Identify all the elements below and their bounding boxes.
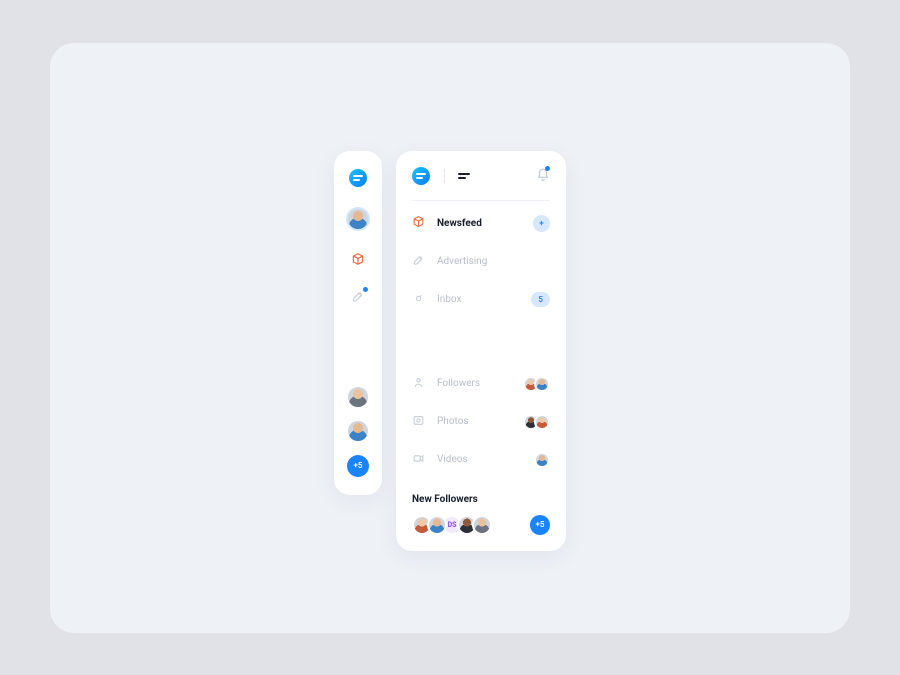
avatar[interactable]	[534, 452, 550, 468]
avatar-stack	[523, 414, 550, 430]
bell-icon[interactable]	[536, 167, 550, 186]
current-user-avatar[interactable]	[348, 209, 368, 229]
section-title-new-followers: New Followers	[412, 494, 550, 505]
divider	[444, 169, 445, 183]
avatar[interactable]	[534, 376, 550, 392]
nav-item-label: Newsfeed	[437, 218, 482, 229]
avatar-stack	[523, 376, 550, 392]
user-icon	[412, 376, 425, 392]
photo-icon	[412, 414, 425, 430]
add-badge[interactable]: +	[533, 215, 550, 232]
nav-item-advertising[interactable]: Advertising	[412, 254, 550, 270]
notification-dot-icon	[545, 166, 550, 171]
rail-more-badge[interactable]: +5	[347, 455, 369, 477]
nav-item-newsfeed[interactable]: Newsfeed +	[412, 215, 550, 232]
followers-more-badge[interactable]: +5	[530, 515, 550, 535]
nav-item-label: Advertising	[437, 256, 487, 267]
menu-icon[interactable]	[458, 173, 470, 179]
menu-card: Newsfeed + Advertising Inbox 5	[396, 151, 566, 551]
cube-icon[interactable]	[350, 251, 366, 267]
rail-avatar-1[interactable]	[348, 387, 368, 407]
video-icon	[412, 452, 425, 468]
nav-item-followers[interactable]: Followers	[412, 376, 550, 392]
notification-dot-icon	[363, 287, 368, 292]
rocket-icon[interactable]	[350, 289, 366, 305]
nav-rail: +5	[334, 151, 382, 495]
logo-icon[interactable]	[412, 167, 430, 185]
nav-item-photos[interactable]: Photos	[412, 414, 550, 430]
logo-icon[interactable]	[349, 169, 367, 187]
card-header	[412, 167, 550, 201]
avatar[interactable]	[534, 414, 550, 430]
follower-avatar[interactable]	[472, 515, 492, 535]
nav-item-label: Inbox	[437, 294, 461, 305]
nav-item-label: Followers	[437, 378, 480, 389]
new-followers-row: DS +5	[412, 515, 550, 535]
nav-item-inbox[interactable]: Inbox 5	[412, 292, 550, 308]
nav-list: Newsfeed + Advertising Inbox 5	[412, 215, 550, 468]
inbox-icon	[412, 292, 425, 308]
rail-avatar-2[interactable]	[348, 421, 368, 441]
nav-item-videos[interactable]: Videos	[412, 452, 550, 468]
follower-avatar[interactable]	[427, 515, 447, 535]
avatar-stack	[534, 452, 550, 468]
nav-item-label: Photos	[437, 416, 469, 427]
app-frame: +5 Newsfeed +	[50, 43, 850, 633]
cube-icon	[412, 215, 425, 231]
rocket-icon	[412, 254, 425, 270]
count-badge: 5	[531, 292, 550, 307]
nav-item-label: Videos	[437, 454, 468, 465]
